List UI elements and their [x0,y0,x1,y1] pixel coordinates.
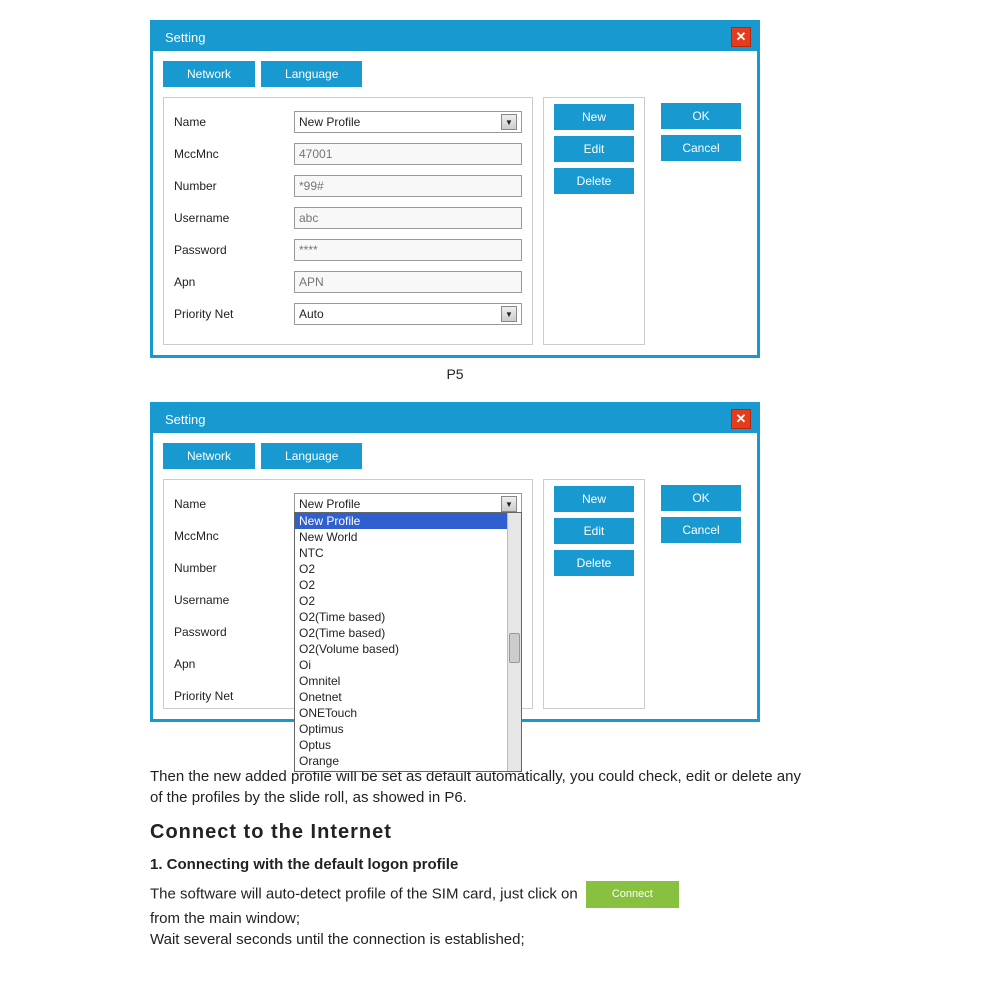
chevron-down-icon: ▼ [501,114,517,130]
titlebar: Setting ✕ [153,23,757,51]
profile-option[interactable]: New World [295,529,521,545]
number-label: Number [174,179,294,193]
priority-label: Priority Net [174,307,294,321]
tab-bar: Network Language [153,433,757,469]
priority-label: Priority Net [174,689,294,703]
new-button[interactable]: New [554,486,634,512]
number-input[interactable] [294,175,522,197]
name-label: Name [174,115,294,129]
setting-dialog-p6: Setting ✕ Network Language Name New Prof… [150,402,760,722]
tab-language[interactable]: Language [261,61,362,87]
dialog-title: Setting [165,412,205,427]
scrollbar[interactable] [507,513,521,771]
profile-option[interactable]: O2(Time based) [295,609,521,625]
action-buttons-panel: OK Cancel [655,97,747,345]
profile-option[interactable]: O2 [295,593,521,609]
doc-line: The software will auto-detect profile of… [150,881,810,908]
form-panel: Name New Profile ▼ MccMnc Number Usernam… [163,479,533,709]
delete-button[interactable]: Delete [554,168,634,194]
number-label: Number [174,561,294,575]
mccmnc-label: MccMnc [174,147,294,161]
form-panel: Name New Profile ▼ MccMnc Number Usernam… [163,97,533,345]
name-value: New Profile [299,497,360,511]
close-icon[interactable]: ✕ [731,409,751,429]
priority-value: Auto [299,307,324,321]
tab-network[interactable]: Network [163,61,255,87]
chevron-down-icon: ▼ [501,306,517,322]
apn-label: Apn [174,275,294,289]
profile-option[interactable]: Orange [295,753,521,769]
scrollbar-thumb[interactable] [509,633,520,663]
profile-option[interactable]: New Profile [295,513,521,529]
dialog-title: Setting [165,30,205,45]
chevron-down-icon: ▼ [501,496,517,512]
profile-option[interactable]: Omnitel [295,673,521,689]
doc-line-1b: from the main window; [150,908,810,929]
connect-button[interactable]: Connect [586,881,679,908]
delete-button[interactable]: Delete [554,550,634,576]
titlebar: Setting ✕ [153,405,757,433]
side-buttons-panel: New Edit Delete [543,479,645,709]
side-buttons-panel: New Edit Delete [543,97,645,345]
close-icon[interactable]: ✕ [731,27,751,47]
priority-select[interactable]: Auto ▼ [294,303,522,325]
name-value: New Profile [299,115,360,129]
tab-bar: Network Language [153,51,757,87]
tab-network[interactable]: Network [163,443,255,469]
cancel-button[interactable]: Cancel [661,135,741,161]
name-label: Name [174,497,294,511]
caption-p5: P5 [150,366,760,382]
doc-line-2: Wait several seconds until the connectio… [150,929,810,950]
mccmnc-label: MccMnc [174,529,294,543]
doc-heading: Connect to the Internet [150,818,810,846]
password-input[interactable] [294,239,522,261]
profile-option[interactable]: Onetnet [295,689,521,705]
ok-button[interactable]: OK [661,103,741,129]
setting-dialog-p5: Setting ✕ Network Language Name New Prof… [150,20,760,358]
dialog-body: Name New Profile ▼ MccMnc Number Usernam… [153,469,757,719]
tab-language[interactable]: Language [261,443,362,469]
mccmnc-input[interactable] [294,143,522,165]
doc-subheading: 1. Connecting with the default logon pro… [150,854,810,875]
dialog-body: Name New Profile ▼ MccMnc Number Usernam… [153,87,757,355]
name-select[interactable]: New Profile ▼ [294,111,522,133]
doc-paragraph: Then the new added profile will be set a… [150,766,810,808]
cancel-button[interactable]: Cancel [661,517,741,543]
apn-input[interactable] [294,271,522,293]
username-label: Username [174,211,294,225]
profile-option[interactable]: ONETouch [295,705,521,721]
password-label: Password [174,625,294,639]
profile-option[interactable]: Oi [295,657,521,673]
username-input[interactable] [294,207,522,229]
profile-option[interactable]: O2(Volume based) [295,641,521,657]
edit-button[interactable]: Edit [554,518,634,544]
ok-button[interactable]: OK [661,485,741,511]
doc-line-1a: The software will auto-detect profile of… [150,886,578,903]
profile-option[interactable]: Orange [295,769,521,772]
profile-option[interactable]: Optimus [295,721,521,737]
apn-label: Apn [174,657,294,671]
profile-option[interactable]: O2 [295,561,521,577]
profile-option[interactable]: NTC [295,545,521,561]
username-label: Username [174,593,294,607]
profile-dropdown-list[interactable]: New ProfileNew WorldNTCO2O2O2O2(Time bas… [294,512,522,772]
password-label: Password [174,243,294,257]
new-button[interactable]: New [554,104,634,130]
profile-option[interactable]: O2 [295,577,521,593]
profile-option[interactable]: Optus [295,737,521,753]
profile-option[interactable]: O2(Time based) [295,625,521,641]
action-buttons-panel: OK Cancel [655,479,747,709]
edit-button[interactable]: Edit [554,136,634,162]
